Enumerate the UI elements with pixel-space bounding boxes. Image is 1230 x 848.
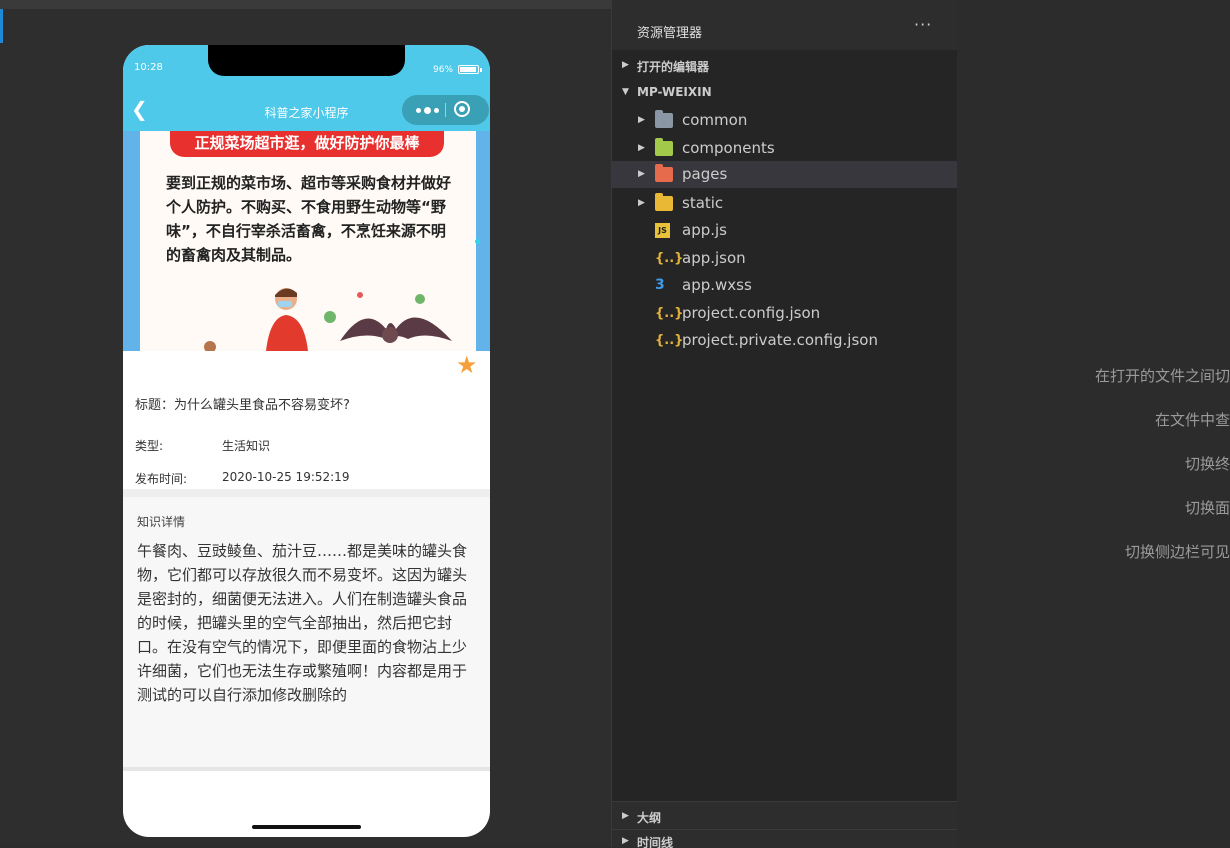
outline-label: 大纲 <box>637 811 662 825</box>
simulator-panel: 10:28 96% ❮ 科普之家小程序 正规菜场超市逛，做好防护你最棒 要到正规… <box>0 0 611 847</box>
tree-item-components[interactable]: ▶ components <box>612 135 958 162</box>
json-file-icon: {..} <box>655 333 684 348</box>
battery-icon <box>458 65 479 74</box>
type-value: 生活知识 <box>222 439 271 453</box>
tree-item-app-wxss[interactable]: 3 app.wxss <box>612 272 958 299</box>
battery-tip <box>480 68 482 72</box>
phone-frame: 10:28 96% ❮ 科普之家小程序 正规菜场超市逛，做好防护你最棒 要到正规… <box>123 45 490 837</box>
explorer-title: 资源管理器 <box>637 26 703 41</box>
js-file-icon: JS <box>655 223 670 238</box>
hint-toggle-terminal: 切换终 <box>1184 455 1230 473</box>
banner-card: 正规菜场超市逛，做好防护你最棒 要到正规的菜市场、超市等采购食材并做好个人防护。… <box>140 131 476 351</box>
caret-right-icon: ▶ <box>638 198 645 208</box>
project-label: MP-WEIXIN <box>637 85 712 99</box>
section-divider <box>123 489 490 497</box>
more-dots-icon[interactable] <box>412 103 444 117</box>
css-file-icon: 3 <box>655 277 665 293</box>
article-info: ★ 标题：为什么罐头里食品不容易变坏? 类型: 生活知识 发布时间: 2020-… <box>123 351 490 489</box>
home-indicator[interactable] <box>252 825 361 829</box>
status-bar: 10:28 96% <box>123 45 490 91</box>
tree-item-app-js[interactable]: JS app.js <box>612 217 958 244</box>
illustration-person-bat <box>204 288 452 351</box>
caret-down-icon: ▼ <box>622 87 629 97</box>
timeline-label: 时间线 <box>637 836 674 848</box>
tree-item-label: app.json <box>682 249 746 267</box>
tree-item-label: project.config.json <box>682 304 821 322</box>
tree-item-static[interactable]: ▶ static <box>612 190 958 217</box>
mini-program-capsule <box>402 95 489 125</box>
static-folder-icon <box>655 193 673 211</box>
hint-find-in-files: 在文件中查 <box>1154 411 1230 429</box>
tree-item-label: app.wxss <box>682 276 752 294</box>
explorer-panel: 资源管理器 ··· ▶ 打开的编辑器 ▼ MP-WEIXIN ▶ common … <box>611 0 958 848</box>
hint-toggle-sidebar: 切换侧边栏可见 <box>1124 543 1230 561</box>
project-section[interactable]: ▼ MP-WEIXIN <box>612 79 958 106</box>
tree-item-label: project.private.config.json <box>682 331 878 349</box>
scroll-indicator-dot <box>475 239 480 244</box>
caret-right-icon: ▶ <box>622 836 629 846</box>
publish-time-value: 2020-10-25 19:52:19 <box>222 470 350 484</box>
tree-item-label: common <box>682 111 748 129</box>
tree-item-project-config[interactable]: {..} project.config.json <box>612 300 958 327</box>
tree-item-pages[interactable]: ▶ pages <box>612 161 958 188</box>
status-time: 10:28 <box>134 62 163 73</box>
detail-heading: 知识详情 <box>137 515 186 529</box>
explorer-header: 资源管理器 ··· <box>612 0 958 50</box>
caret-right-icon: ▶ <box>622 811 629 821</box>
hint-toggle-panel: 切换面 <box>1184 499 1230 517</box>
outline-section[interactable]: ▶ 大纲 <box>612 801 958 830</box>
timeline-section[interactable]: ▶ 时间线 <box>612 829 958 848</box>
pages-folder-icon <box>655 164 673 182</box>
favorite-star-icon[interactable]: ★ <box>456 351 478 379</box>
detail-bottom-edge <box>123 767 490 771</box>
active-indicator <box>0 9 3 43</box>
open-editors-section[interactable]: ▶ 打开的编辑器 <box>612 52 958 79</box>
article-banner-image: 正规菜场超市逛，做好防护你最棒 要到正规的菜市场、超市等采购食材并做好个人防护。… <box>123 131 490 351</box>
open-editors-label: 打开的编辑器 <box>637 60 710 74</box>
article-detail: 知识详情 午餐肉、豆豉鲮鱼、茄汁豆……都是美味的罐头食物，它们都可以存放很久而不… <box>123 497 490 767</box>
banner-headline: 正规菜场超市逛，做好防护你最棒 <box>170 131 444 157</box>
banner-body: 要到正规的菜市场、超市等采购食材并做好个人防护。不购买、不食用野生动物等“野味”… <box>166 174 452 264</box>
json-file-icon: {..} <box>655 251 684 266</box>
tree-item-app-json[interactable]: {..} app.json <box>612 245 958 272</box>
folder-icon <box>655 110 673 128</box>
more-actions-icon[interactable]: ··· <box>914 15 932 34</box>
capsule-divider <box>445 103 446 117</box>
tree-item-label: app.js <box>682 221 727 239</box>
json-file-icon: {..} <box>655 306 684 321</box>
caret-right-icon: ▶ <box>638 143 645 153</box>
article-title: 标题：为什么罐头里食品不容易变坏? <box>135 398 350 413</box>
tree-item-label: pages <box>682 165 728 183</box>
caret-right-icon: ▶ <box>638 115 645 125</box>
type-label: 类型: <box>135 439 164 453</box>
hint-switch-open-files: 在打开的文件之间切 <box>1094 367 1230 385</box>
navigation-bar: ❮ 科普之家小程序 <box>123 91 490 131</box>
battery-percent: 96% <box>433 65 454 75</box>
tree-item-common[interactable]: ▶ common <box>612 107 958 134</box>
caret-right-icon: ▶ <box>638 169 645 179</box>
tree-item-project-private-config[interactable]: {..} project.private.config.json <box>612 327 958 354</box>
publish-time-label: 发布时间: <box>135 472 188 486</box>
detail-body: 午餐肉、豆豉鲮鱼、茄汁豆……都是美味的罐头食物，它们都可以存放很久而不易变坏。这… <box>137 542 468 704</box>
simulator-toolbar <box>0 0 611 9</box>
tree-item-label: static <box>682 194 724 212</box>
components-folder-icon <box>655 138 673 156</box>
tree-item-label: components <box>682 139 775 157</box>
caret-right-icon: ▶ <box>622 60 629 70</box>
phone-notch <box>208 45 405 76</box>
close-circle-icon[interactable] <box>454 101 470 117</box>
editor-welcome-hints: 在打开的文件之间切 在文件中查 切换终 切换面 切换侧边栏可见 <box>957 0 1230 847</box>
